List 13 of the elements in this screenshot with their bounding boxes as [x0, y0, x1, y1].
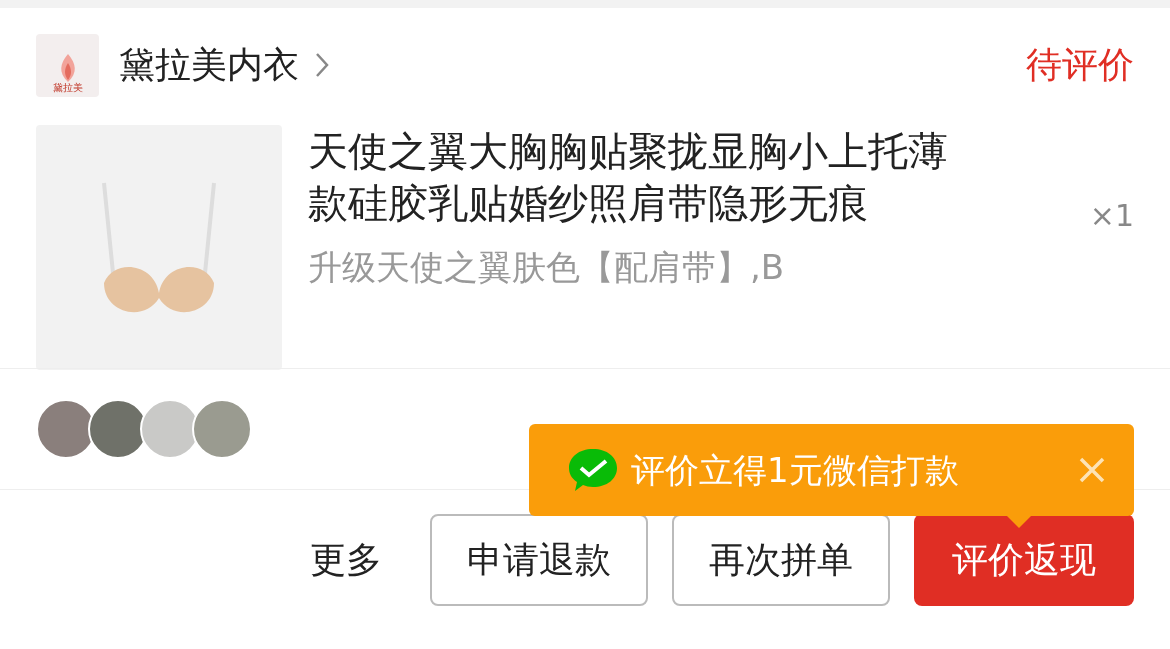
product-variant: 升级天使之翼肤色【配肩带】,B [308, 246, 786, 289]
action-button[interactable]: 再次拼单 [672, 514, 890, 606]
action-button[interactable]: 更多 [286, 515, 406, 605]
product-title[interactable]: 天使之翼大胸胸贴聚拢显胸小上托薄款硅胶乳贴婚纱照肩带隐形无痕 [308, 125, 953, 238]
chat-check-icon [567, 447, 619, 493]
tooltip-text: 评价立得1元微信打款 [631, 448, 959, 492]
action-button[interactable]: 评价返现 [914, 514, 1134, 606]
action-button[interactable]: 申请退款 [430, 514, 648, 606]
shop-name[interactable]: 黛拉美内衣 [119, 38, 299, 92]
order-status: 待评价 [1026, 43, 1134, 87]
chevron-right-icon[interactable] [315, 52, 329, 78]
logo-text: 黛拉美 [52, 82, 83, 93]
quantity: ×1 [1089, 197, 1134, 235]
